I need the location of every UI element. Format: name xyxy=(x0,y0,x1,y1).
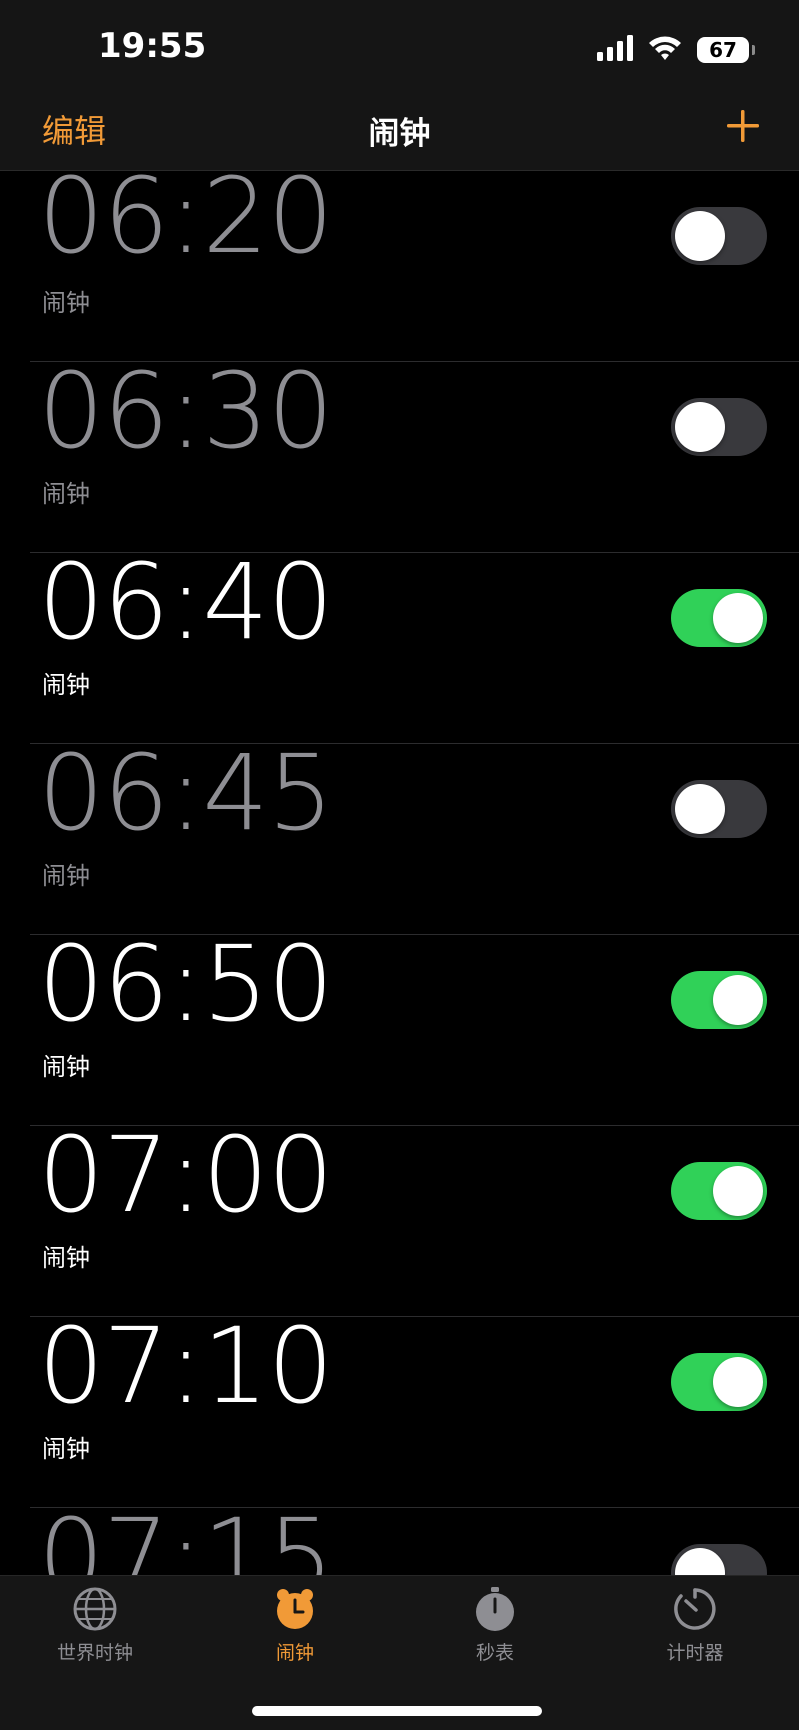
toggle-knob xyxy=(713,975,763,1025)
status-icons: 67 xyxy=(597,32,755,68)
alarm-row[interactable]: 06:20 闹钟 xyxy=(0,171,799,362)
alarm-toggle[interactable] xyxy=(671,971,767,1029)
tab-alarm[interactable]: 闹钟 xyxy=(215,1586,375,1676)
stopwatch-icon xyxy=(476,1587,514,1631)
alarm-label: 闹钟 xyxy=(42,480,90,508)
status-bar: 19:55 67 xyxy=(0,0,799,92)
battery-level: 67 xyxy=(709,38,737,62)
add-alarm-button[interactable] xyxy=(723,106,763,146)
battery-icon: 67 xyxy=(697,37,755,63)
toggle-knob xyxy=(713,593,763,643)
timer-icon xyxy=(674,1588,716,1630)
alarm-time: 06:20 xyxy=(38,171,334,277)
alarm-label: 闹钟 xyxy=(42,1435,90,1463)
tab-label: 世界时钟 xyxy=(56,1642,133,1664)
home-indicator[interactable] xyxy=(252,1706,542,1716)
alarm-clock-icon xyxy=(277,1589,313,1629)
alarm-time: 06:45 xyxy=(38,732,334,854)
toggle-knob xyxy=(675,402,725,452)
status-time: 19:55 xyxy=(98,26,207,66)
wifi-icon xyxy=(647,34,683,66)
alarm-row[interactable]: 07:15 闹钟 xyxy=(0,1496,799,1575)
alarm-row[interactable]: 06:50 闹钟 xyxy=(0,923,799,1126)
clock-app-screen: 19:55 67 编辑 闹钟 06:20 闹钟 06:30 闹钟 06:40 闹… xyxy=(0,0,799,1730)
tab-world-clock[interactable]: 世界时钟 xyxy=(15,1586,175,1676)
alarm-time: 07:00 xyxy=(38,1114,334,1236)
toggle-knob xyxy=(675,1548,725,1575)
alarm-toggle[interactable] xyxy=(671,1162,767,1220)
alarm-row[interactable]: 07:00 闹钟 xyxy=(0,1114,799,1317)
alarm-list: 06:20 闹钟 06:30 闹钟 06:40 闹钟 06:45 闹钟 06:5… xyxy=(0,171,799,1575)
toggle-knob xyxy=(713,1357,763,1407)
alarm-time: 06:30 xyxy=(38,350,334,472)
alarm-row[interactable]: 07:10 闹钟 xyxy=(0,1305,799,1508)
toggle-knob xyxy=(675,784,725,834)
alarm-time: 07:15 xyxy=(38,1496,334,1575)
alarm-row[interactable]: 06:40 闹钟 xyxy=(0,541,799,744)
alarm-row[interactable]: 06:45 闹钟 xyxy=(0,732,799,935)
toggle-knob xyxy=(713,1166,763,1216)
alarm-toggle[interactable] xyxy=(671,207,767,265)
tab-stopwatch[interactable]: 秒表 xyxy=(415,1586,575,1676)
alarm-label: 闹钟 xyxy=(42,1244,90,1272)
navigation-bar: 编辑 闹钟 xyxy=(0,92,799,171)
alarm-label: 闹钟 xyxy=(42,862,90,890)
tab-label: 计时器 xyxy=(666,1642,724,1664)
alarm-time: 06:50 xyxy=(38,923,334,1045)
alarm-toggle[interactable] xyxy=(671,589,767,647)
alarm-toggle[interactable] xyxy=(671,1353,767,1411)
alarm-time: 06:40 xyxy=(38,541,334,663)
alarm-time: 07:10 xyxy=(38,1305,334,1427)
toggle-knob xyxy=(675,211,725,261)
tab-timer[interactable]: 计时器 xyxy=(615,1586,775,1676)
globe-icon xyxy=(73,1587,117,1631)
alarm-toggle[interactable] xyxy=(671,1544,767,1575)
tab-label: 闹钟 xyxy=(275,1642,314,1664)
alarm-toggle[interactable] xyxy=(671,398,767,456)
alarm-label: 闹钟 xyxy=(42,1053,90,1081)
alarm-row[interactable]: 06:30 闹钟 xyxy=(0,350,799,553)
cellular-signal-icon xyxy=(597,35,633,65)
plus-icon xyxy=(727,110,759,142)
alarm-label: 闹钟 xyxy=(42,289,90,317)
alarm-label: 闹钟 xyxy=(42,671,90,699)
tab-label: 秒表 xyxy=(475,1642,514,1664)
alarm-toggle[interactable] xyxy=(671,780,767,838)
page-title: 闹钟 xyxy=(368,116,431,152)
